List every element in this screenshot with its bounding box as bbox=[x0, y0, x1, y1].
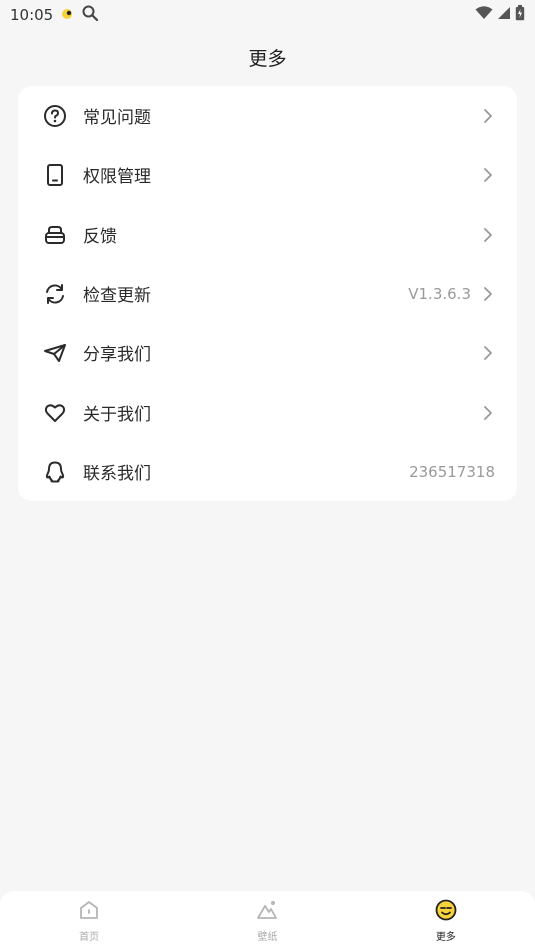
menu-item-label: 分享我们 bbox=[83, 345, 151, 365]
nav-wallpaper[interactable]: 壁纸 bbox=[178, 891, 356, 951]
menu-item-label: 关于我们 bbox=[83, 405, 151, 425]
chevron-right-icon bbox=[483, 345, 495, 361]
page-title: 更多 bbox=[248, 48, 287, 70]
chevron-right-icon bbox=[483, 227, 495, 243]
nav-label: 壁纸 bbox=[257, 932, 278, 943]
status-time: 10:05 bbox=[10, 6, 54, 24]
contact-number: 236517318 bbox=[409, 462, 495, 481]
qq-icon bbox=[42, 459, 68, 485]
chevron-right-icon bbox=[483, 405, 495, 421]
menu-card: 常见问题 权限管理 反馈 检查更新 V1.3.6.3 分享我们 关于我们 联系我… bbox=[18, 86, 517, 501]
home-icon bbox=[78, 899, 100, 925]
app-notification-icon bbox=[61, 6, 73, 24]
nav-label: 更多 bbox=[435, 932, 456, 943]
wallpaper-icon bbox=[256, 899, 278, 925]
nav-more[interactable]: 更多 bbox=[357, 891, 535, 951]
menu-item-permissions[interactable]: 权限管理 bbox=[18, 145, 517, 204]
signal-icon bbox=[497, 6, 511, 24]
nav-label: 首页 bbox=[79, 932, 100, 943]
feedback-icon bbox=[42, 222, 68, 248]
menu-item-label: 权限管理 bbox=[83, 167, 151, 187]
menu-item-label: 联系我们 bbox=[83, 464, 151, 484]
menu-item-label: 反馈 bbox=[83, 227, 117, 247]
chevron-right-icon bbox=[483, 167, 495, 183]
battery-icon bbox=[515, 5, 525, 25]
phone-icon bbox=[42, 162, 68, 188]
refresh-icon bbox=[42, 281, 68, 307]
status-bar: 10:05 bbox=[0, 0, 535, 30]
menu-item-about[interactable]: 关于我们 bbox=[18, 383, 517, 442]
menu-item-share[interactable]: 分享我们 bbox=[18, 323, 517, 382]
menu-item-label: 检查更新 bbox=[83, 286, 151, 306]
menu-item-feedback[interactable]: 反馈 bbox=[18, 205, 517, 264]
search-icon bbox=[81, 4, 99, 26]
nav-home[interactable]: 首页 bbox=[0, 891, 178, 951]
menu-item-check-update[interactable]: 检查更新 V1.3.6.3 bbox=[18, 264, 517, 323]
more-face-icon bbox=[435, 899, 457, 925]
question-circle-icon bbox=[42, 103, 68, 129]
version-value: V1.3.6.3 bbox=[408, 284, 471, 303]
chevron-right-icon bbox=[483, 286, 495, 302]
bottom-nav: 首页 壁纸 更多 bbox=[0, 891, 535, 951]
wifi-icon bbox=[475, 6, 493, 24]
menu-item-label: 常见问题 bbox=[83, 108, 151, 128]
heart-icon bbox=[42, 400, 68, 426]
menu-item-faq[interactable]: 常见问题 bbox=[18, 86, 517, 145]
menu-item-contact[interactable]: 联系我们 236517318 bbox=[18, 442, 517, 501]
paper-plane-icon bbox=[42, 340, 68, 366]
chevron-right-icon bbox=[483, 108, 495, 124]
